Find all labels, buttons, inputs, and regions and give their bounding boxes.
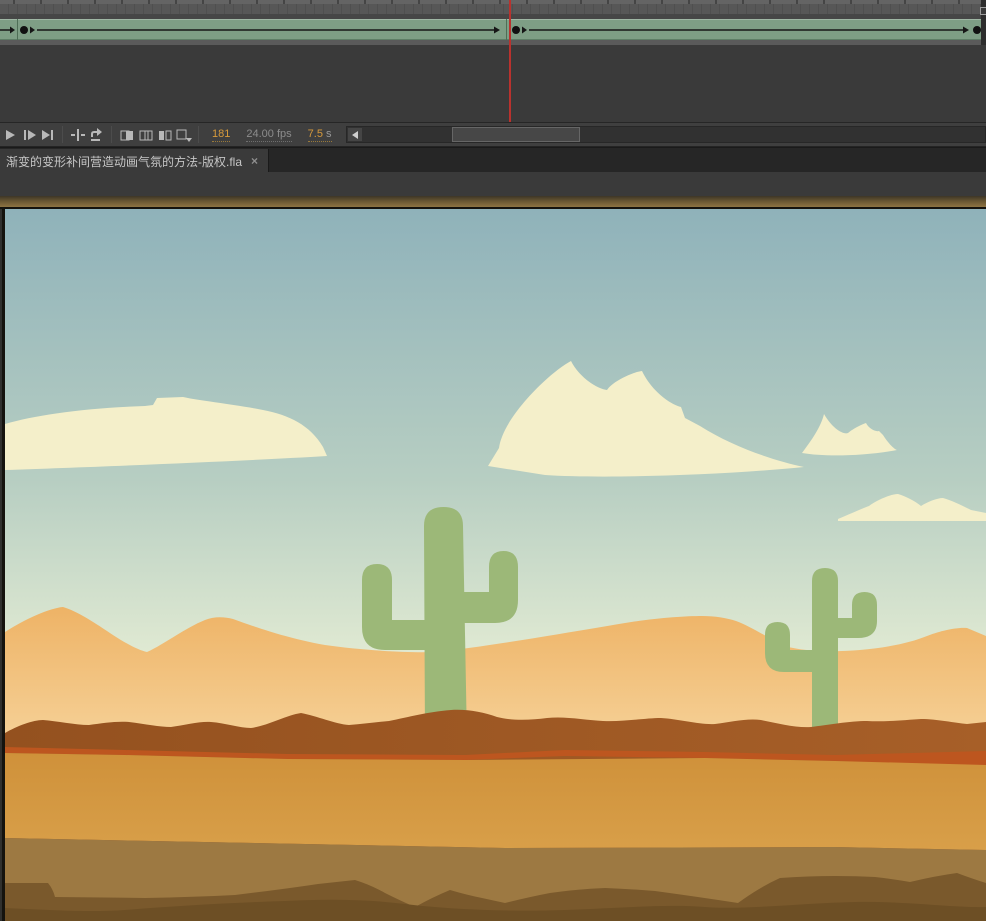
step-forward-icon: [21, 128, 37, 142]
tween-row-shadow: [0, 39, 981, 40]
timeline-gutter-handle-top[interactable]: [980, 7, 986, 15]
toolbar-divider: [198, 126, 199, 143]
fps-unit: fps: [277, 128, 292, 140]
keyframe-dot-2[interactable]: [512, 26, 520, 34]
stage-canvas[interactable]: [5, 209, 986, 921]
onion-skin-outlines-icon: [138, 127, 154, 143]
document-tab[interactable]: 渐变的变形补间营造动画气氛的方法-版权.fla ×: [0, 149, 269, 173]
timeline-controls-toolbar: 181 24.00 fps 7.5 s: [0, 122, 986, 147]
onion-skin-outlines-button[interactable]: [137, 126, 154, 143]
time-value: 7.5: [308, 128, 323, 140]
tween-row-highlight: [0, 19, 981, 20]
timeline-graphics: [0, 0, 986, 45]
elapsed-time-field[interactable]: 7.5 s: [308, 128, 332, 142]
frame-grid[interactable]: [0, 4, 981, 14]
document-tab-bar: 渐变的变形补间营造动画气氛的方法-版权.fla ×: [0, 147, 986, 172]
pasteboard-top-gap: [0, 172, 986, 196]
current-frame-field[interactable]: 181: [212, 128, 230, 142]
go-to-end-button[interactable]: [39, 126, 56, 143]
fps-value: 24.00: [246, 128, 274, 140]
toolbar-divider: [62, 126, 63, 143]
time-unit: s: [326, 128, 332, 140]
edit-multiple-frames-icon: [157, 127, 173, 143]
modify-markers-button[interactable]: [175, 126, 192, 143]
loop-playback-button[interactable]: [88, 126, 105, 143]
frame-rate-field[interactable]: 24.00 fps: [246, 128, 291, 142]
tab-close-icon[interactable]: ×: [251, 154, 258, 168]
timeline-panel[interactable]: [0, 0, 986, 45]
keyframe-dot-3[interactable]: [973, 26, 981, 34]
modify-markers-icon: [175, 127, 192, 143]
play-button[interactable]: [1, 126, 18, 143]
ochre-field[interactable]: [5, 753, 986, 850]
play-icon: [3, 128, 17, 142]
go-to-end-icon: [40, 128, 56, 142]
flash-editor-window: 181 24.00 fps 7.5 s 渐变的变形补间营造动画气氛的方法-版权.…: [0, 0, 986, 921]
onion-skin-icon: [119, 127, 135, 143]
frame-ruler[interactable]: [0, 0, 981, 4]
loop-playback-icon: [88, 127, 105, 142]
toolbar-divider: [111, 126, 112, 143]
center-frame-button[interactable]: [69, 126, 86, 143]
edit-multiple-frames-button[interactable]: [156, 126, 173, 143]
center-frame-icon: [70, 127, 86, 143]
onion-skin-button[interactable]: [118, 126, 135, 143]
cactus-small-trunk[interactable]: [812, 568, 838, 735]
timeline-empty-area: [0, 45, 986, 122]
scroll-left-icon: [352, 131, 358, 139]
tab-title: 渐变的变形补间营造动画气氛的方法-版权.fla: [6, 153, 242, 170]
artwork-overflow-strip: [0, 196, 986, 207]
scrollbar-thumb[interactable]: [452, 127, 580, 142]
step-forward-button[interactable]: [20, 126, 37, 143]
scroll-left-button[interactable]: [348, 128, 362, 141]
keyframe-dot-1[interactable]: [20, 26, 28, 34]
timeline-scrollbar[interactable]: [346, 126, 986, 143]
playhead[interactable]: [509, 0, 511, 122]
cactus-large-trunk[interactable]: [424, 507, 467, 741]
